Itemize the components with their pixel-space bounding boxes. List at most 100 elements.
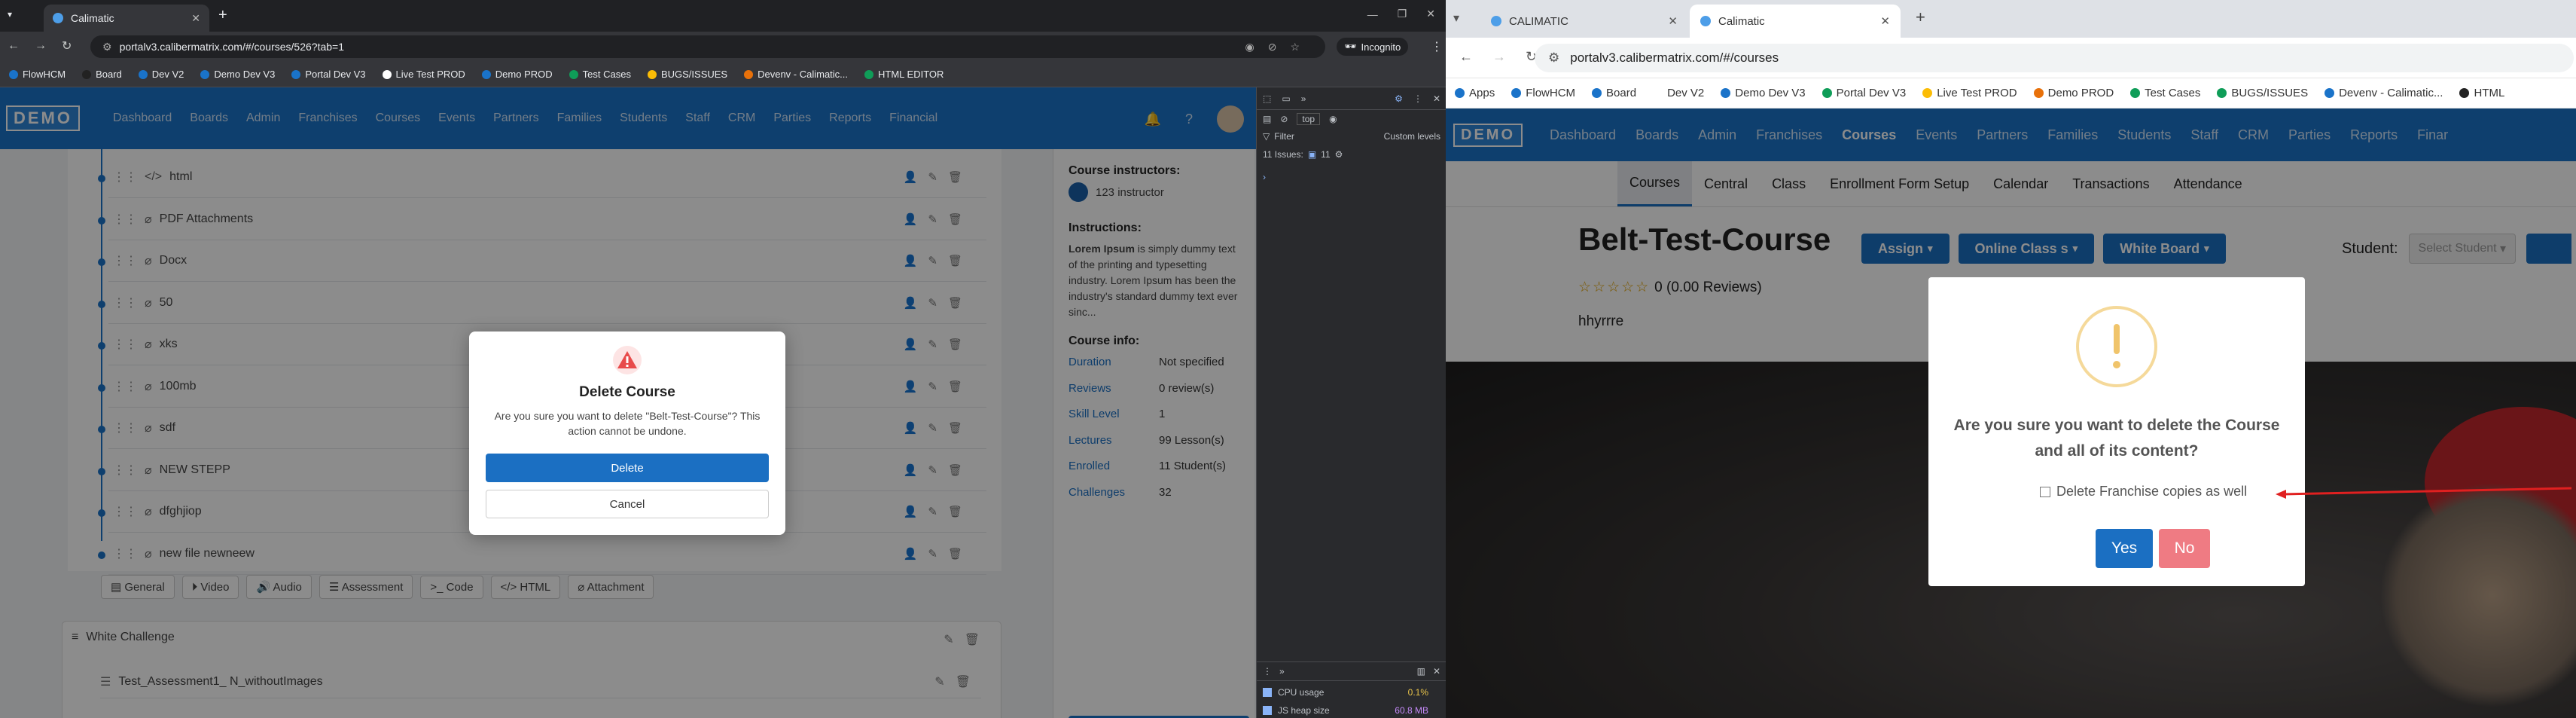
device-icon[interactable]: ▭ [1282, 93, 1290, 104]
levels-dropdown[interactable]: Custom levels [1384, 131, 1440, 142]
omnibox-bar: ← → ↻ ⚙ portalv3.calibermatrix.com/#/cours… [1446, 38, 2576, 78]
new-tab-icon[interactable]: + [1916, 8, 1925, 27]
address-actions-icon[interactable]: ◉⊘☆ [1245, 41, 1314, 53]
bookmark-1[interactable]: Board [82, 69, 122, 80]
bookmark-7[interactable]: Demo PROD [2033, 87, 2114, 99]
close-tab-icon[interactable]: ✕ [1880, 14, 1890, 28]
bookmark-11[interactable]: HTML [2459, 87, 2504, 99]
clear-console-icon[interactable]: ⊘ [1280, 114, 1288, 124]
kebab-icon[interactable]: ⋮ [1413, 93, 1422, 104]
bookmark-6[interactable]: Demo PROD [481, 69, 553, 80]
incognito-badge[interactable]: 🕶 Incognito [1337, 38, 1409, 56]
no-button[interactable]: No [2159, 529, 2210, 568]
delete-button[interactable]: Delete [486, 454, 769, 482]
browser-tab[interactable]: Calimatic ✕ [44, 5, 209, 32]
bookmark-10[interactable]: Devenv - Calimatic... [2324, 87, 2443, 99]
reload-icon[interactable]: ↻ [62, 38, 72, 53]
console-toolbar: ▤ ⊘ top ◉ [1263, 113, 1337, 125]
bookmark-3[interactable]: Demo Dev V3 [200, 69, 275, 80]
drawer-tabs-icon[interactable]: » [1279, 666, 1285, 677]
forward-icon[interactable]: → [35, 39, 47, 53]
gear-icon[interactable]: ⚙ [1395, 93, 1403, 104]
drawer-toolbar: ⋮ » ▥ ✕ [1257, 661, 1446, 681]
bookmark-favicon-icon [1592, 88, 1602, 98]
bookmark-0[interactable]: Apps [1455, 87, 1495, 99]
inspect-icon[interactable]: ⬚ [1263, 93, 1271, 104]
bookmark-7[interactable]: Test Cases [569, 69, 631, 80]
nav-buttons: ← → ↻ [1459, 49, 1537, 65]
bookmark-6[interactable]: Live Test PROD [1922, 87, 2017, 99]
perf-checkbox[interactable] [1263, 706, 1272, 715]
modal-question: Are you sure you want to delete the Cour… [1953, 417, 2280, 460]
filter-input[interactable]: Filter [1274, 131, 1294, 142]
more-tabs-icon[interactable]: » [1301, 93, 1306, 104]
close-window-icon[interactable]: ✕ [1426, 8, 1435, 20]
bookmark-4[interactable]: Demo Dev V3 [1721, 87, 1806, 99]
back-icon[interactable]: ← [8, 39, 20, 53]
favicon-icon [1700, 16, 1711, 26]
address-bar[interactable]: ⚙ portalv3.calibermatrix.com/#/courses/5… [90, 35, 1325, 58]
close-drawer-icon[interactable]: ✕ [1433, 666, 1440, 677]
bookmark-favicon-icon [2217, 88, 2227, 98]
annotation-arrow-icon [2276, 487, 2572, 499]
bookmark-4[interactable]: Portal Dev V3 [291, 69, 366, 80]
restore-icon[interactable]: ❐ [1398, 8, 1407, 20]
bookmark-2[interactable]: Dev V2 [138, 69, 184, 80]
favicon-icon [53, 13, 63, 23]
back-icon[interactable]: ← [1459, 49, 1473, 65]
window-controls: — ❐ ✕ [1367, 8, 1435, 20]
dock-icon[interactable]: ▥ [1417, 666, 1425, 677]
bookmark-5[interactable]: Live Test PROD [382, 69, 465, 80]
close-tab-icon[interactable]: ✕ [1668, 14, 1678, 28]
gear-icon[interactable]: ⚙ [1335, 149, 1343, 160]
site-info-icon[interactable]: ⚙ [102, 41, 112, 53]
bookmark-8[interactable]: Test Cases [2130, 87, 2200, 99]
bookmark-1[interactable]: FlowHCM [1511, 87, 1575, 99]
console-prompt-icon[interactable]: › [1263, 172, 1266, 182]
delete-course-modal: Delete Course Are you sure you want to d… [469, 332, 785, 535]
bookmark-10[interactable]: HTML EDITOR [864, 69, 944, 80]
issues-row[interactable]: 11 Issues: ▣ 11 ⚙ [1263, 149, 1343, 160]
eye-icon[interactable]: ◉ [1329, 114, 1337, 124]
drawer-menu-icon[interactable]: ⋮ [1263, 666, 1272, 677]
filter-icon: ▽ [1263, 131, 1270, 142]
minimize-icon[interactable]: — [1367, 8, 1378, 20]
bookmark-5[interactable]: Portal Dev V3 [1821, 87, 1906, 99]
sidebar-toggle-icon[interactable]: ▤ [1263, 114, 1271, 124]
tab-search-icon[interactable]: ▾ [8, 9, 12, 20]
devtools-toolbar: ⬚ ▭ » ⚙ ⋮ ✕ [1257, 87, 1446, 110]
close-devtools-icon[interactable]: ✕ [1433, 93, 1440, 104]
address-bar[interactable]: ⚙ portalv3.calibermatrix.com/#/courses [1535, 44, 2574, 72]
url-text: portalv3.calibermatrix.com/#/courses/526… [119, 41, 344, 53]
cancel-button[interactable]: Cancel [486, 490, 769, 518]
forward-icon[interactable]: → [1492, 49, 1506, 65]
franchise-copies-option: Delete Franchise copies as well [2040, 484, 2247, 500]
bookmark-favicon-icon [2130, 88, 2141, 98]
perf-checkbox[interactable] [1263, 688, 1272, 697]
bookmark-3[interactable]: Dev V2 [1653, 87, 1704, 99]
bookmark-8[interactable]: BUGS/ISSUES [647, 69, 727, 80]
bookmark-0[interactable]: FlowHCM [9, 69, 66, 80]
tab-title: Calimatic [71, 12, 114, 24]
franchise-copies-checkbox[interactable] [2040, 486, 2050, 497]
bookmark-favicon-icon [2459, 88, 2470, 98]
exclamation-icon [2075, 304, 2159, 389]
menu-icon[interactable]: ⋮ [1431, 39, 1443, 54]
browser-tab-2[interactable]: Calimatic ✕ [1690, 5, 1901, 38]
yes-button[interactable]: Yes [2096, 529, 2153, 568]
app-page: DEMO Dashboard Boards Admin Franchises Cours… [1446, 108, 2576, 718]
bookmark-2[interactable]: Board [1592, 87, 1636, 99]
new-tab-icon[interactable]: + [218, 7, 227, 24]
tab-search-icon[interactable]: ▾ [1453, 11, 1459, 26]
bookmark-9[interactable]: BUGS/ISSUES [2217, 87, 2308, 99]
tab-strip: ▾ CALIMATIC ✕ Calimatic ✕ + [1446, 0, 2576, 38]
browser-tab-1[interactable]: CALIMATIC ✕ [1480, 5, 1688, 38]
bookmark-favicon-icon [2033, 88, 2044, 98]
bookmark-favicon-icon [1653, 88, 1663, 98]
context-select[interactable]: top [1297, 113, 1321, 125]
bookmark-9[interactable]: Devenv - Calimatic... [744, 69, 848, 80]
site-info-icon[interactable]: ⚙ [1548, 50, 1559, 66]
issues-icon: ▣ [1307, 149, 1317, 160]
close-tab-icon[interactable]: ✕ [191, 12, 200, 25]
bookmark-favicon-icon [291, 69, 301, 79]
